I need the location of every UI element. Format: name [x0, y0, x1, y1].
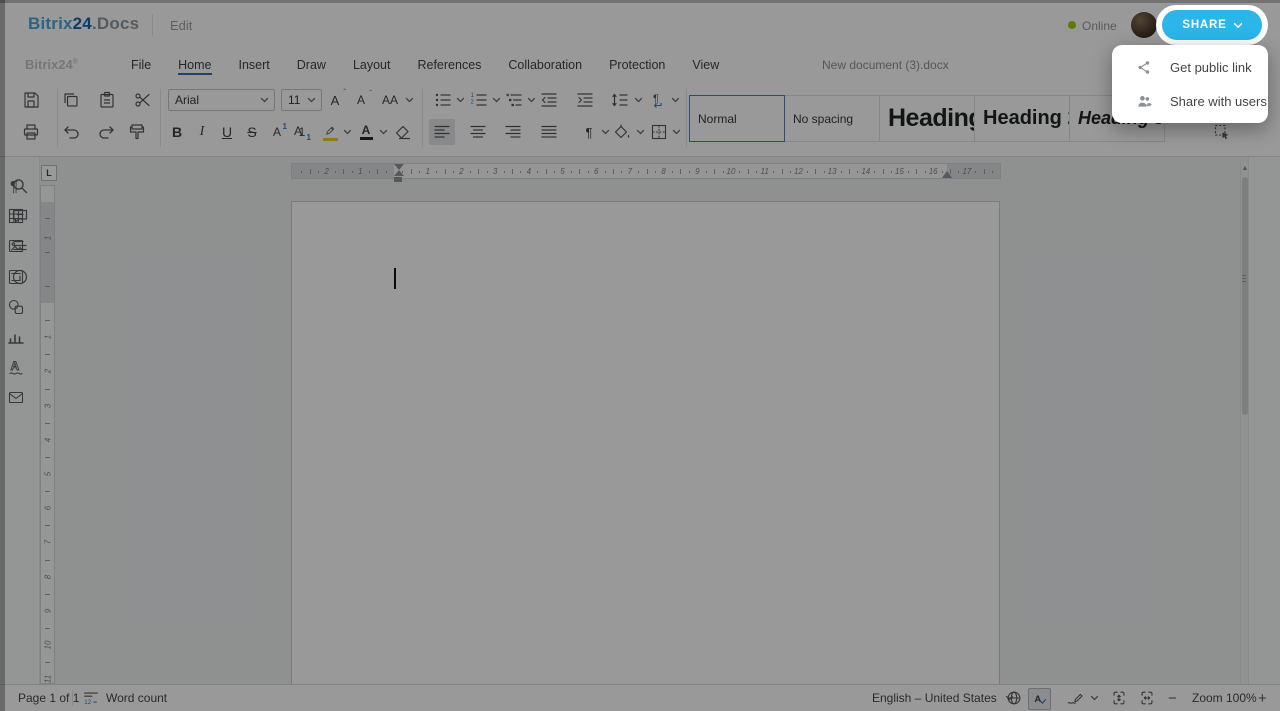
- share-button[interactable]: SHARE: [1162, 10, 1262, 40]
- chevron-down-icon: [1233, 21, 1242, 30]
- menu-item-get-public-link[interactable]: Get public link: [1112, 50, 1268, 84]
- share-button-label: SHARE: [1182, 19, 1226, 31]
- user-plus-icon: [1136, 93, 1153, 110]
- share-nodes-icon: [1136, 59, 1153, 76]
- dim-overlay: [0, 0, 1280, 711]
- bitrix24-docs-window: Bitrix24.Docs Edit Online Bitrix24® File…: [0, 0, 1280, 711]
- share-dropdown-menu: Get public link Share with users: [1112, 45, 1268, 123]
- menu-item-share-with-users[interactable]: Share with users: [1112, 84, 1268, 118]
- share-button-spotlight: SHARE: [1156, 5, 1268, 45]
